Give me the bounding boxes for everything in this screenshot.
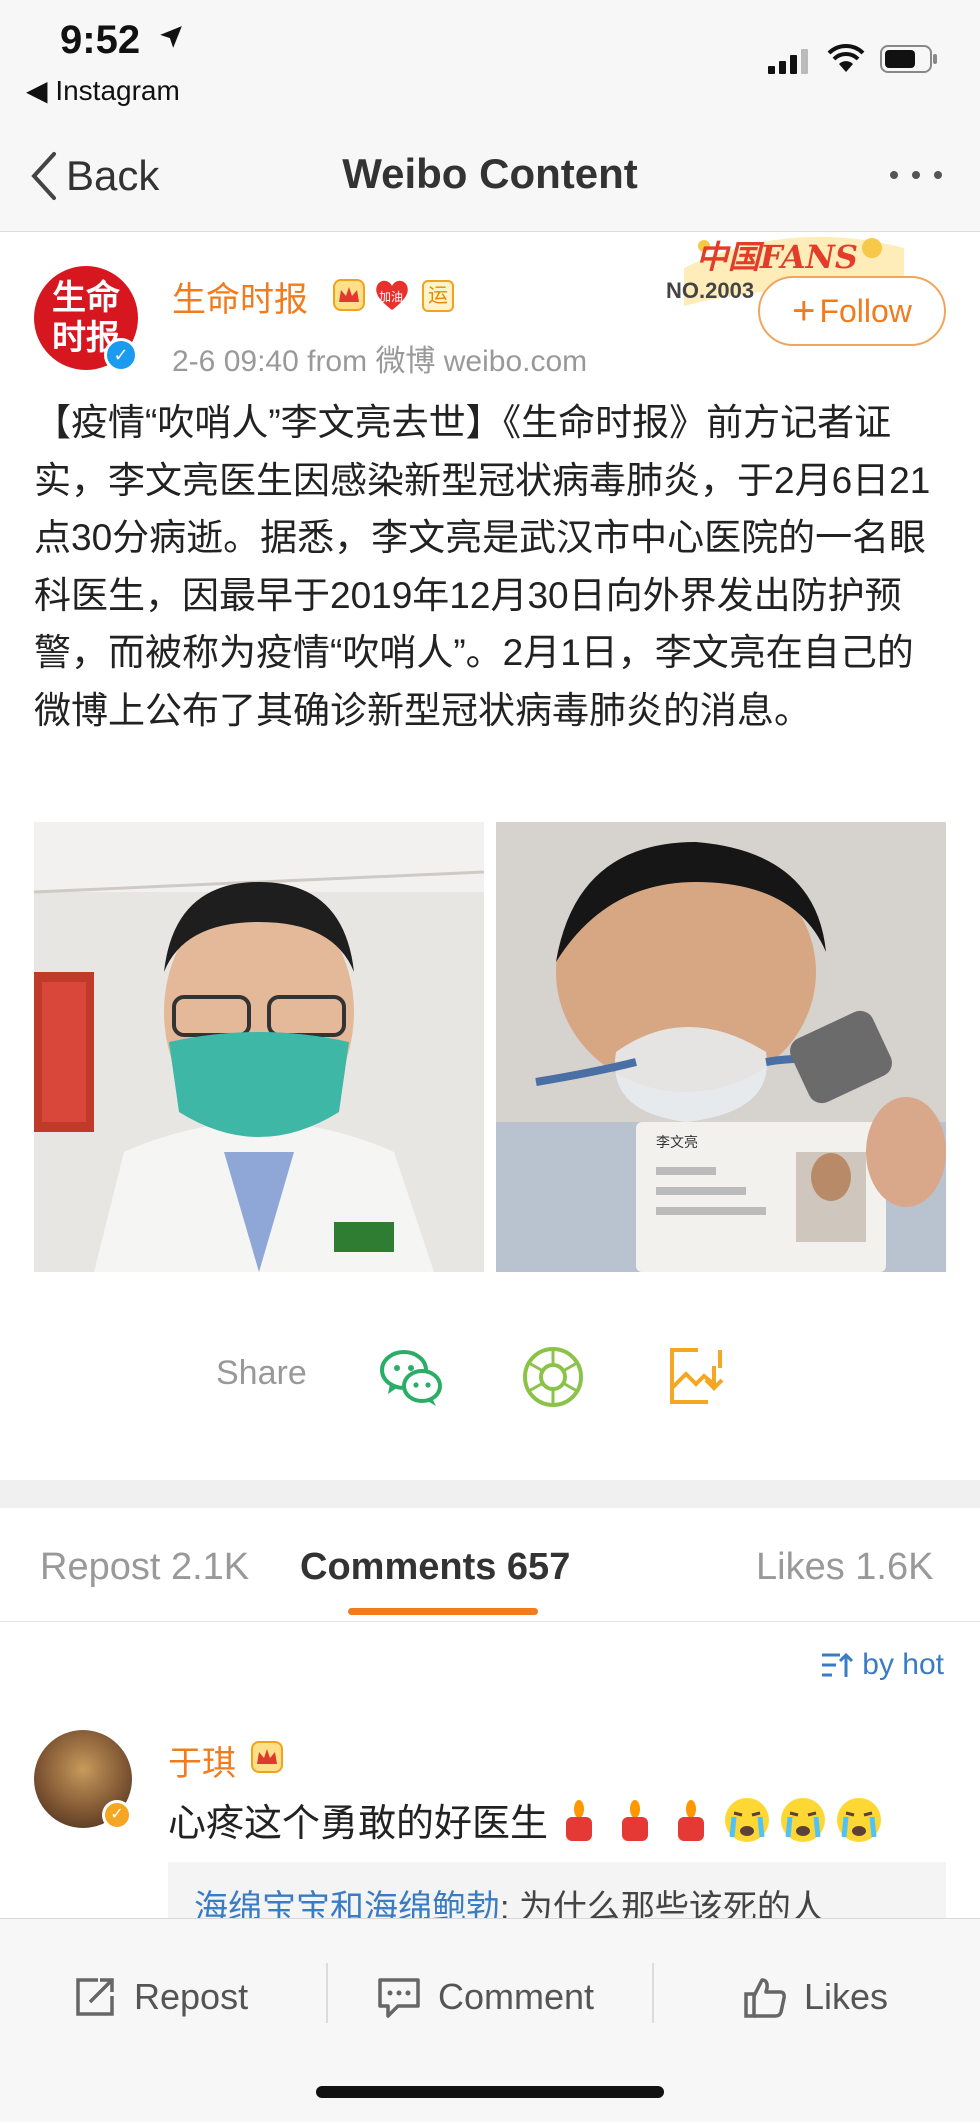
commenter-verified-icon: ✓	[102, 1800, 132, 1830]
status-time: 9:52	[60, 18, 141, 62]
tab-likes[interactable]: Likes 1.6K	[756, 1546, 933, 1589]
back-button[interactable]: Back	[28, 146, 159, 206]
tab-repost[interactable]: Repost 2.1K	[40, 1546, 249, 1589]
follow-button[interactable]: + Follow	[758, 276, 946, 346]
follow-label: Follow	[819, 292, 912, 329]
status-bar: 9:52 ◀ Instagram	[0, 0, 980, 120]
comment-label: Comment	[438, 1976, 595, 2017]
chevron-left-icon	[31, 152, 56, 200]
verified-badge-icon: ✓	[104, 338, 138, 372]
sort-by-hot-button[interactable]: by hot	[820, 1648, 944, 1682]
thumbs-up-icon	[744, 1978, 786, 2018]
crown-badge-icon	[333, 279, 365, 311]
doctor-hospital-photo-illustration: 李文亮	[496, 822, 946, 1272]
heart-badge-text: 加油	[379, 290, 404, 304]
bar-separator	[652, 1963, 654, 2023]
repost-button[interactable]: Repost	[72, 1967, 248, 2027]
id-card-name: 李文亮	[656, 1134, 698, 1151]
share-label: Share	[216, 1354, 307, 1392]
post-photo-doctor-hospital[interactable]: 李文亮	[496, 822, 946, 1272]
moments-icon[interactable]	[520, 1344, 586, 1410]
fans-badge-title: 中国FANS	[696, 238, 859, 276]
post-body-text: 【疫情“吹哨人”李文亮去世】《生命时报》前方记者证实，李文亮医生因感染新型冠状病…	[34, 402, 931, 731]
comment-icon	[378, 1978, 420, 2018]
tab-comments[interactable]: Comments 657	[300, 1546, 570, 1589]
comment-text: 心疼这个勇敢的好医生	[168, 1803, 549, 1845]
sort-icon	[822, 1652, 854, 1677]
crown-badge-icon	[251, 1741, 283, 1773]
fans-badge-number: NO.2003	[666, 278, 755, 303]
plus-icon: +	[792, 289, 816, 333]
luck-badge: 运	[422, 280, 454, 312]
post-photo-doctor-masked[interactable]	[34, 822, 484, 1272]
wifi-icon	[827, 43, 865, 72]
location-arrow-icon	[160, 26, 182, 48]
likes-button[interactable]: Likes	[742, 1967, 888, 2027]
post-meta: 2-6 09:40 from 微博 weibo.com	[172, 345, 588, 378]
candle-icon	[566, 1799, 593, 1841]
candle-icon	[622, 1799, 649, 1841]
back-label: Back	[66, 152, 160, 199]
crying-face-icon	[725, 1797, 770, 1842]
repost-icon	[76, 1978, 114, 2016]
bar-separator	[326, 1963, 328, 2023]
author-name[interactable]: 生命时报	[172, 272, 308, 321]
comment-button[interactable]: Comment	[376, 1967, 594, 2027]
crying-face-icon	[837, 1797, 882, 1842]
battery-icon	[880, 45, 937, 73]
avatar-text-line1: 生命	[52, 278, 120, 318]
back-to-app-link[interactable]: ◀ Instagram	[26, 74, 180, 107]
repost-label: Repost	[134, 1976, 249, 2017]
home-indicator[interactable]	[316, 2086, 664, 2098]
wechat-icon[interactable]	[378, 1344, 444, 1410]
section-divider	[0, 1480, 980, 1508]
doctor-masked-photo-illustration	[34, 822, 484, 1272]
crying-face-icon	[781, 1797, 826, 1842]
save-image-icon[interactable]	[664, 1344, 730, 1410]
candle-icon	[678, 1799, 705, 1841]
cellular-signal-icon	[768, 49, 808, 74]
commenter-name[interactable]: 于琪	[168, 1736, 236, 1785]
more-options-icon[interactable]	[886, 160, 946, 190]
post-tabs: Repost 2.1K Comments 657 Likes 1.6K	[0, 1508, 980, 1622]
sort-label: by hot	[862, 1648, 944, 1681]
active-tab-indicator	[348, 1608, 538, 1615]
likes-label: Likes	[804, 1976, 889, 2017]
comment-text-row: 心疼这个勇敢的好医生	[168, 1792, 884, 1847]
nav-bar: Weibo Content Back	[0, 120, 980, 232]
